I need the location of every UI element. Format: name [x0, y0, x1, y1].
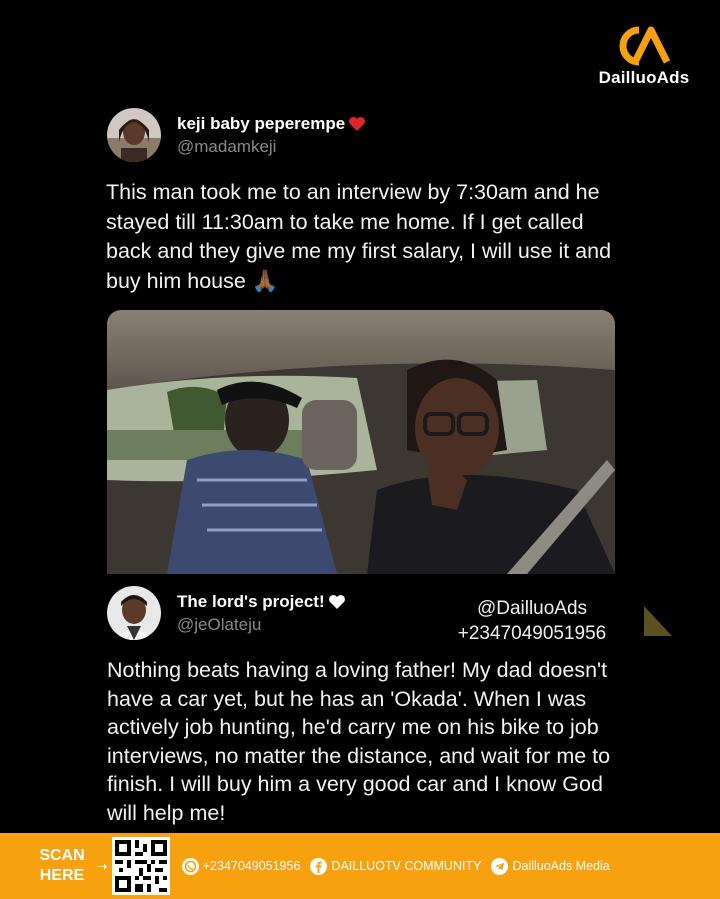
- tweet1-display-name[interactable]: keji baby peperempe: [177, 114, 366, 134]
- watermark-handle: @DailluoAds: [476, 598, 588, 619]
- scan-label: SCAN HERE: [39, 847, 85, 884]
- tweet2-text: Nothing beats having a loving father! My…: [107, 658, 611, 825]
- tweet2-display-name[interactable]: The lord's project!: [177, 592, 346, 612]
- praying-hands-icon: 🙏🏾: [251, 268, 279, 293]
- qr-code[interactable]: [111, 837, 170, 895]
- whatsapp-icon: [181, 857, 199, 875]
- arrow-right-icon: ➝: [96, 857, 108, 874]
- whatsapp-contact[interactable]: +2347049051956: [181, 857, 300, 875]
- white-heart-icon: [328, 595, 345, 609]
- tweet1-photo[interactable]: [107, 310, 615, 574]
- tweet1-handle[interactable]: @madamkeji: [177, 137, 366, 157]
- brand-logo-mark-icon: [619, 26, 671, 66]
- play-triangle-icon: [644, 606, 672, 636]
- watermark-phone: +2347049051956: [457, 623, 607, 644]
- tweet1-avatar[interactable]: [107, 108, 161, 162]
- tweet1-text: This man took me to an interview by 7:30…: [106, 180, 612, 293]
- telegram-contact[interactable]: DailluoAds Media: [491, 857, 610, 875]
- facebook-icon: [310, 857, 328, 875]
- red-heart-icon: [349, 117, 366, 131]
- tweet2-handle[interactable]: @jeOlateju: [177, 615, 346, 635]
- facebook-contact[interactable]: DAILLUOTV COMMUNITY: [310, 857, 481, 875]
- brand-name: DailluoAds: [598, 68, 690, 87]
- brand-logo: DailluoAds: [598, 26, 690, 88]
- telegram-icon: [491, 857, 509, 875]
- tweet1-header: keji baby peperempe @madamkeji: [107, 108, 366, 162]
- footer-bar: SCAN HERE ➝ +2347049051956 DAILLUOTV COM…: [0, 833, 720, 899]
- watermark: @DailluoAds +2347049051956: [442, 596, 622, 646]
- tweet2-header: The lord's project! @jeOlateju: [107, 586, 346, 640]
- tweet2-avatar[interactable]: [107, 586, 161, 640]
